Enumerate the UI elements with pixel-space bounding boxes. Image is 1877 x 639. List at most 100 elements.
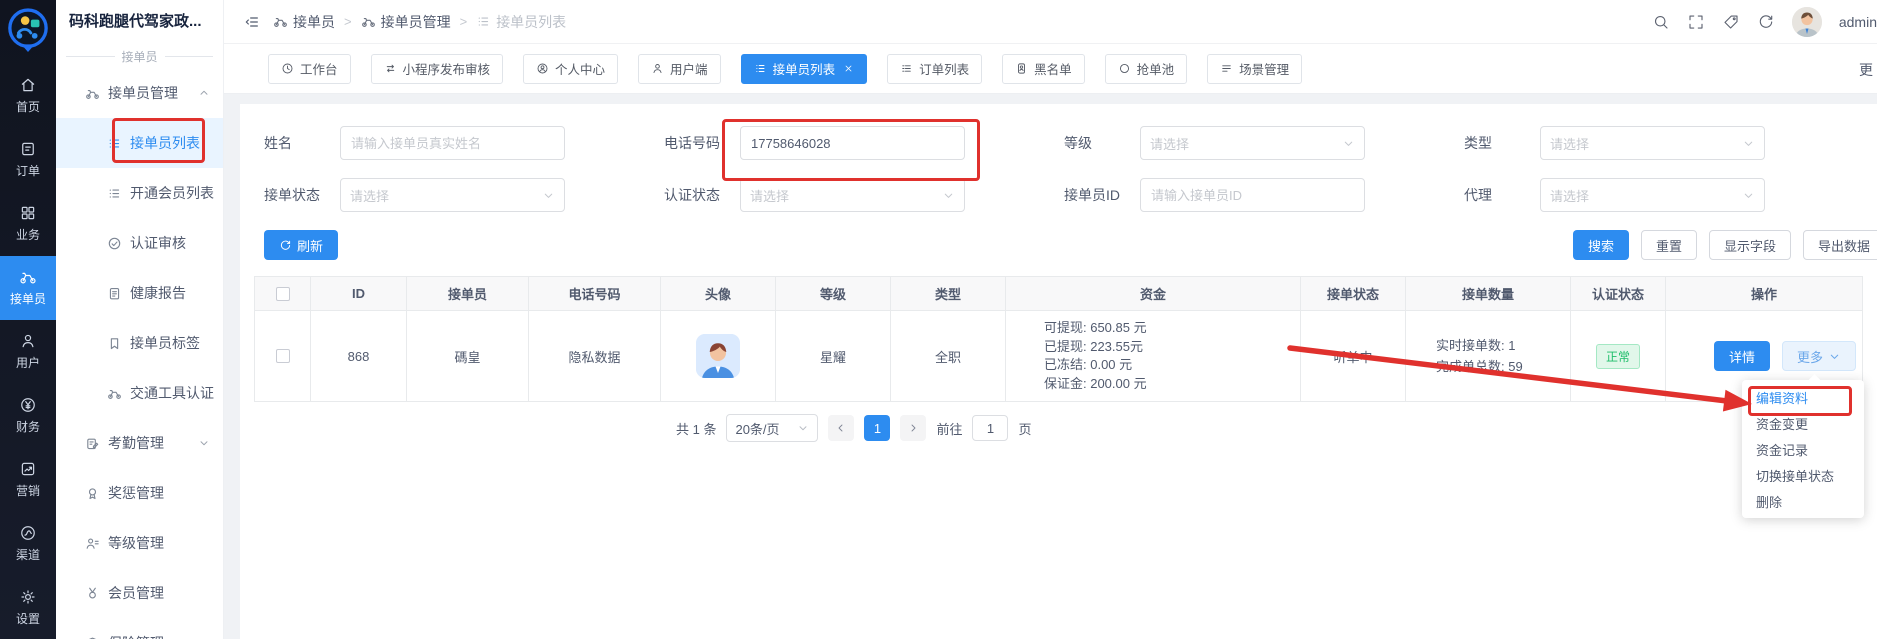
more-button[interactable]: 更多 bbox=[1782, 341, 1856, 371]
tab-order-pool[interactable]: 抢单池 bbox=[1105, 54, 1188, 84]
sidebar-item-member-open-list[interactable]: 开通会员列表 bbox=[56, 168, 223, 218]
medal-icon bbox=[85, 486, 100, 501]
tab-personal-center[interactable]: 个人中心 bbox=[523, 54, 618, 84]
select-placeholder: 请选择 bbox=[1150, 134, 1189, 153]
tab-order-list[interactable]: 订单列表 bbox=[887, 54, 982, 84]
user-avatar[interactable] bbox=[1792, 7, 1822, 37]
rail-item-label: 营销 bbox=[16, 482, 40, 499]
sidebar-item-rewards[interactable]: 奖惩管理 bbox=[56, 468, 223, 518]
list-icon bbox=[107, 186, 122, 201]
sidebar-collapse-icon[interactable] bbox=[244, 14, 260, 30]
goto-page-input[interactable] bbox=[972, 415, 1008, 441]
scooter-logo-icon bbox=[7, 8, 49, 56]
rail-item-business[interactable]: 业务 bbox=[0, 192, 56, 256]
sidebar-item-vehicle-cert[interactable]: 交通工具认证 bbox=[56, 368, 223, 418]
rail-item-couriers[interactable]: 接单员 bbox=[0, 256, 56, 320]
refresh-button[interactable]: 刷新 bbox=[264, 230, 338, 260]
dropdown-item-toggle-status[interactable]: 切换接单状态 bbox=[1742, 462, 1864, 488]
topbar-actions: admin bbox=[1646, 7, 1877, 37]
tab-miniprogram-review[interactable]: 小程序发布审核 bbox=[371, 54, 504, 84]
sidebar-item-label: 认证审核 bbox=[130, 233, 186, 253]
rail-item-finance[interactable]: 财务 bbox=[0, 383, 56, 447]
tab-blacklist[interactable]: 黑名单 bbox=[1002, 54, 1085, 84]
phone-input[interactable] bbox=[740, 126, 965, 160]
tab-user-client[interactable]: 用户端 bbox=[638, 54, 721, 84]
sidebar-item-levels[interactable]: 等级管理 bbox=[56, 518, 223, 568]
filter-phone: 电话号码 bbox=[640, 126, 1040, 160]
courier-avatar[interactable] bbox=[696, 334, 740, 378]
sidebar-item-cert-review[interactable]: 认证审核 bbox=[56, 218, 223, 268]
row-checkbox[interactable] bbox=[276, 349, 290, 363]
filter-level: 等级 请选择 bbox=[1040, 126, 1440, 160]
sidebar-item-label: 奖惩管理 bbox=[108, 483, 164, 503]
realtime-orders: 实时接单数: 1 bbox=[1436, 335, 1515, 356]
tab-overflow-label[interactable]: 更 bbox=[1859, 60, 1875, 80]
more-actions-dropdown: 编辑资料 资金变更 资金记录 切换接单状态 删除 bbox=[1742, 380, 1864, 518]
bike-icon bbox=[273, 14, 288, 29]
username-label: admin bbox=[1839, 14, 1877, 30]
rail-item-home[interactable]: 首页 bbox=[0, 64, 56, 128]
sidebar-item-courier-list[interactable]: 接单员列表 bbox=[56, 118, 223, 168]
dropdown-item-funds-record[interactable]: 资金记录 bbox=[1742, 436, 1864, 462]
table-row: 868 碼皇 隐私数据 星耀 全职 bbox=[255, 310, 1862, 402]
toolbar: 刷新 搜索 重置 显示字段 导出数据 bbox=[240, 230, 1877, 260]
rail-item-orders[interactable]: 订单 bbox=[0, 128, 56, 192]
tag-icon[interactable] bbox=[1722, 13, 1740, 31]
sidebar-item-label: 交通工具认证 bbox=[130, 383, 214, 403]
cell-order-status: 听单中 bbox=[1333, 347, 1372, 366]
chevron-down-icon bbox=[198, 437, 210, 449]
tab-scene-management[interactable]: 场景管理 bbox=[1207, 54, 1302, 84]
name-input[interactable] bbox=[340, 126, 565, 160]
breadcrumb-item-courier[interactable]: 接单员 bbox=[273, 12, 335, 32]
refresh-icon bbox=[279, 239, 292, 252]
rail-item-label: 设置 bbox=[16, 610, 40, 627]
sidebar-item-label: 接单员标签 bbox=[130, 333, 200, 353]
sidebar-item-members[interactable]: 会员管理 bbox=[56, 568, 223, 618]
filter-agent: 代理 请选择 bbox=[1440, 178, 1840, 212]
export-button[interactable]: 导出数据 bbox=[1803, 230, 1877, 260]
prev-page-button[interactable] bbox=[828, 415, 854, 441]
gear-icon bbox=[19, 588, 37, 606]
sidebar-item-courier-tags[interactable]: 接单员标签 bbox=[56, 318, 223, 368]
type-select[interactable]: 请选择 bbox=[1540, 126, 1765, 160]
search-icon[interactable] bbox=[1652, 13, 1670, 31]
next-page-button[interactable] bbox=[900, 415, 926, 441]
edit-document-icon bbox=[85, 436, 100, 451]
search-button[interactable]: 搜索 bbox=[1573, 230, 1629, 260]
sidebar-item-courier-management[interactable]: 接单员管理 bbox=[56, 68, 223, 118]
detail-button[interactable]: 详情 bbox=[1714, 341, 1770, 371]
show-fields-button[interactable]: 显示字段 bbox=[1709, 230, 1791, 260]
courier-id-input[interactable] bbox=[1140, 178, 1365, 212]
refresh-icon[interactable] bbox=[1757, 13, 1775, 31]
cell-phone: 隐私数据 bbox=[568, 347, 620, 366]
breadcrumb-separator: > bbox=[460, 14, 468, 29]
order-status-select[interactable]: 请选择 bbox=[340, 178, 565, 212]
select-all-checkbox[interactable] bbox=[276, 287, 290, 301]
dropdown-item-edit-profile[interactable]: 编辑资料 bbox=[1742, 384, 1864, 410]
tab-workbench[interactable]: 工作台 bbox=[268, 54, 351, 84]
rail-item-settings[interactable]: 设置 bbox=[0, 575, 56, 639]
app-logo[interactable] bbox=[0, 0, 56, 64]
bookmark-icon bbox=[107, 336, 122, 351]
sidebar-item-health-report[interactable]: 健康报告 bbox=[56, 268, 223, 318]
rail-item-marketing[interactable]: 营销 bbox=[0, 447, 56, 511]
tab-bar: 工作台 小程序发布审核 个人中心 用户端 接单员列表 订单列表 黑名单 bbox=[224, 44, 1877, 94]
page-size-select[interactable]: 20条/页 bbox=[726, 414, 818, 442]
close-icon[interactable] bbox=[843, 63, 854, 74]
auth-status-select[interactable]: 请选择 bbox=[740, 178, 965, 212]
page-1-button[interactable]: 1 bbox=[864, 415, 890, 441]
sidebar-item-insurance[interactable]: 保险管理 bbox=[56, 618, 223, 639]
fullscreen-icon[interactable] bbox=[1687, 13, 1705, 31]
col-order-status-header: 接单状态 bbox=[1327, 284, 1379, 303]
breadcrumb-label: 接单员列表 bbox=[496, 12, 566, 32]
sidebar-item-attendance[interactable]: 考勤管理 bbox=[56, 418, 223, 468]
agent-select[interactable]: 请选择 bbox=[1540, 178, 1765, 212]
level-select[interactable]: 请选择 bbox=[1140, 126, 1365, 160]
rail-item-users[interactable]: 用户 bbox=[0, 320, 56, 384]
dropdown-item-delete[interactable]: 删除 bbox=[1742, 488, 1864, 514]
breadcrumb-item-courier-management[interactable]: 接单员管理 bbox=[361, 12, 451, 32]
tab-courier-list[interactable]: 接单员列表 bbox=[741, 54, 868, 84]
rail-item-channels[interactable]: 渠道 bbox=[0, 511, 56, 575]
dropdown-item-funds-change[interactable]: 资金变更 bbox=[1742, 410, 1864, 436]
reset-button[interactable]: 重置 bbox=[1641, 230, 1697, 260]
